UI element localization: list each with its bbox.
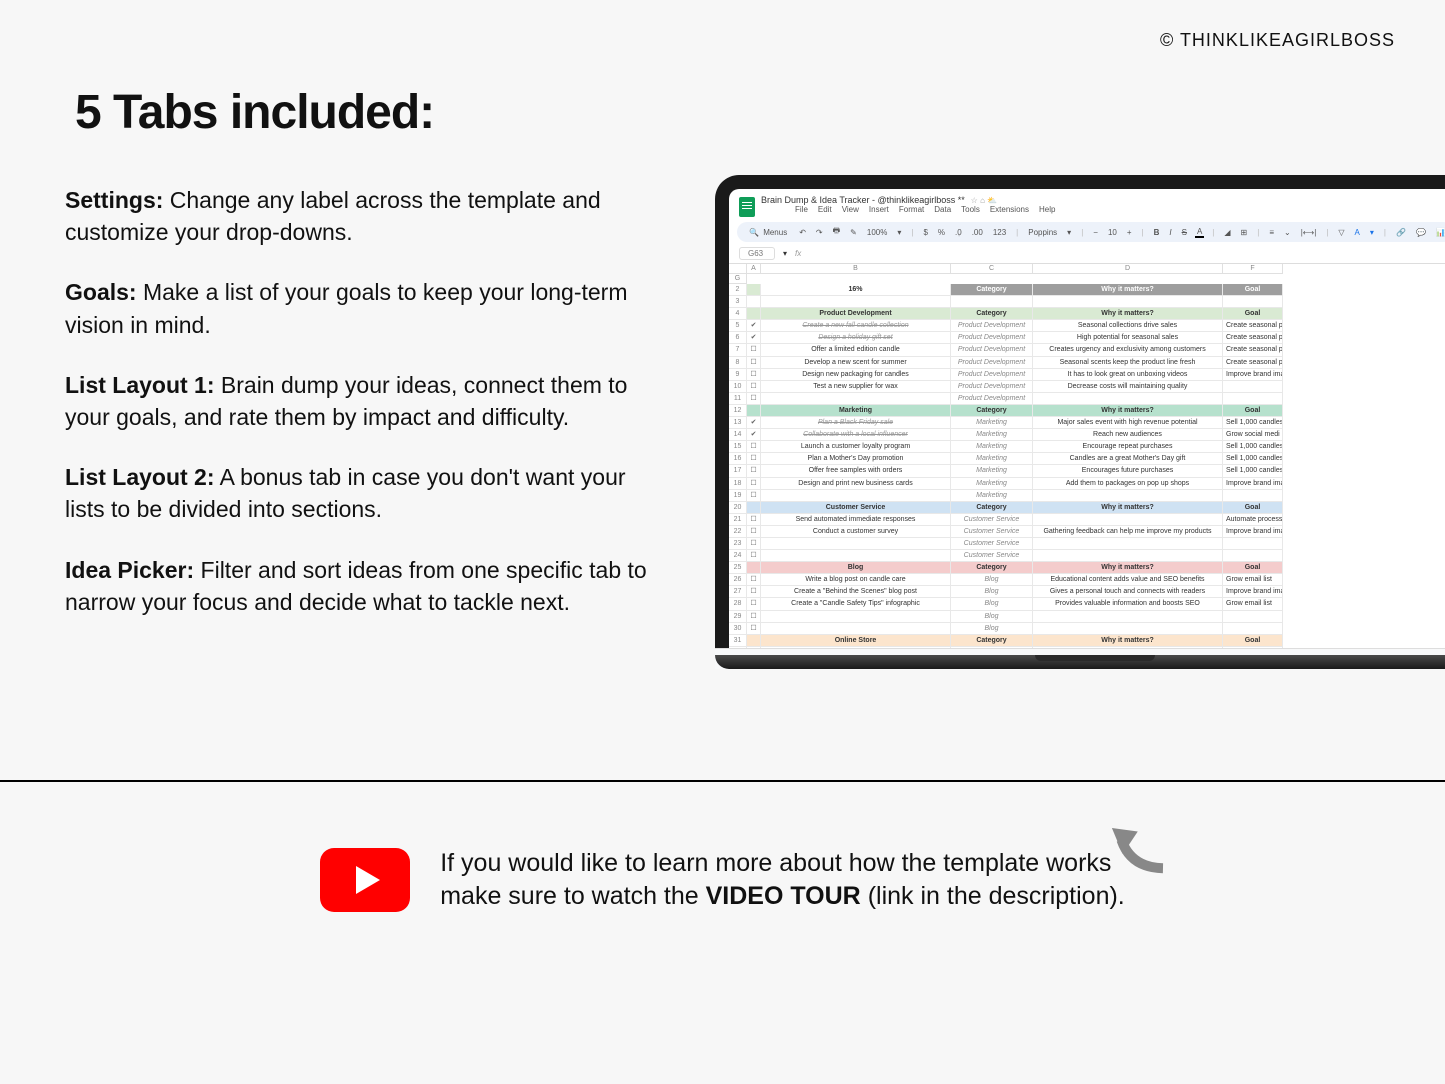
menu-item[interactable]: Help [1039, 205, 1055, 214]
print-icon[interactable]: 🖶 [831, 225, 843, 239]
screen: Brain Dump & Idea Tracker - @thinklikeag… [715, 175, 1445, 655]
undo-icon[interactable]: ↶ [797, 228, 808, 237]
page-title: 5 Tabs included: [75, 85, 434, 140]
sheet-tabs[interactable]: +≡Settings ▾Goals ▾List Layout 1 ▾List L… [715, 648, 1445, 655]
name-box[interactable]: G63 [739, 247, 775, 260]
menu-item[interactable]: Data [934, 205, 951, 214]
tab-desc-item: List Layout 1: Brain dump your ideas, co… [65, 369, 655, 433]
fill-icon[interactable]: ◢ [1222, 228, 1232, 237]
paint-icon[interactable]: ✎ [848, 228, 859, 237]
strike-button[interactable]: S [1180, 228, 1189, 237]
menu-item[interactable]: Tools [961, 205, 980, 214]
percent-button[interactable]: % [936, 228, 947, 237]
doc-title[interactable]: Brain Dump & Idea Tracker - @thinklikeag… [761, 195, 965, 205]
chart-icon[interactable]: 📊 [1434, 228, 1445, 237]
footer-line1: If you would like to learn more about ho… [440, 847, 1125, 881]
borders-icon[interactable]: ⊞ [1239, 228, 1250, 237]
tab-desc-item: Settings: Change any label across the te… [65, 184, 655, 248]
tabs-description: Settings: Change any label across the te… [65, 184, 655, 646]
spreadsheet-grid[interactable]: ABCDFG216%CategoryWhy it matters?Goal34P… [729, 264, 1445, 655]
menu-item[interactable]: View [842, 205, 859, 214]
menu-item[interactable]: Edit [818, 205, 832, 214]
dec-dec-button[interactable]: .0̣ [953, 228, 964, 237]
toolbar[interactable]: 🔍 Menus ↶ ↷ 🖶 ✎ 100%▾ | $ % .0̣ .00 123 … [737, 222, 1445, 242]
menu-item[interactable]: Insert [869, 205, 889, 214]
inc-dec-button[interactable]: .00 [970, 228, 985, 237]
zoom-select[interactable]: 100% [865, 228, 889, 237]
menu-item[interactable]: Extensions [990, 205, 1029, 214]
tab-desc-item: Idea Picker: Filter and sort ideas from … [65, 554, 655, 618]
footer-line2: make sure to watch the VIDEO TOUR (link … [440, 880, 1125, 914]
italic-button[interactable]: I [1167, 228, 1173, 237]
currency-button[interactable]: $ [921, 228, 929, 237]
bold-button[interactable]: B [1152, 228, 1162, 237]
youtube-icon[interactable] [320, 848, 410, 912]
footer: If you would like to learn more about ho… [0, 847, 1445, 915]
tab-desc-item: List Layout 2: A bonus tab in case you d… [65, 461, 655, 525]
divider [0, 780, 1445, 782]
redo-icon[interactable]: ↷ [814, 228, 825, 237]
menu-item[interactable]: File [795, 205, 808, 214]
link-icon[interactable]: 🔗 [1394, 228, 1408, 237]
font-select[interactable]: Poppins [1026, 228, 1059, 237]
laptop-mockup: Brain Dump & Idea Tracker - @thinklikeag… [715, 175, 1445, 669]
font-size[interactable]: 10 [1106, 228, 1119, 237]
menu-item[interactable]: Format [899, 205, 924, 214]
copyright-text: © THINKLIKEAGIRLBOSS [1160, 30, 1395, 51]
sheets-icon [739, 197, 755, 217]
comment-icon[interactable]: 💬 [1414, 228, 1428, 237]
menu-bar[interactable]: File Edit View Insert Format Data Tools Extensi… [761, 205, 1065, 218]
tab-desc-item: Goals: Make a list of your goals to keep… [65, 276, 655, 340]
search-menus[interactable]: 🔍 Menus [747, 228, 791, 237]
doc-title-icons[interactable]: ☆ ⌂ ⛅ [971, 196, 997, 205]
laptop-base [715, 655, 1445, 669]
text-color-button[interactable]: A [1195, 227, 1204, 238]
formula-bar[interactable]: fx [795, 249, 801, 258]
